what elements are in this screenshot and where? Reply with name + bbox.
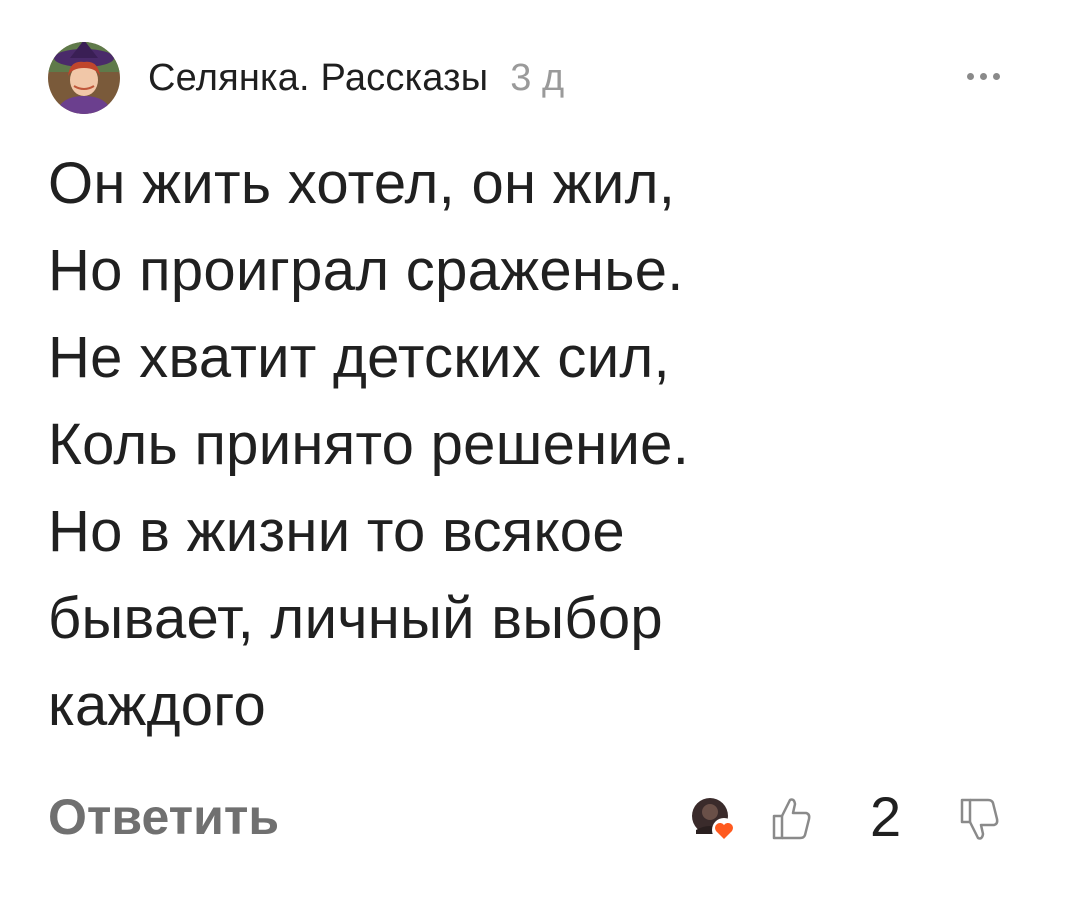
comment-header: Селянка. Рассказы 3 д [48, 40, 564, 116]
thumbs-up-icon[interactable] [768, 792, 814, 844]
comment-line: бывает, личный выбор [48, 586, 663, 651]
likes-count: 2 [870, 785, 902, 848]
more-dots-icon[interactable] [958, 56, 1008, 96]
reaction-avatar-heart-icon[interactable] [688, 794, 748, 846]
comment-footer: Ответить 2 [48, 780, 1032, 864]
dot [966, 72, 974, 80]
comment-line: Коль принято решение. [48, 412, 690, 477]
dot [979, 72, 987, 80]
thumbs-down-icon[interactable] [956, 794, 1002, 846]
comment-line: Не хватит детских сил, [48, 325, 670, 390]
author-name[interactable]: Селянка. Рассказы [148, 57, 488, 100]
reply-button[interactable]: Ответить [48, 788, 279, 846]
comment-card: Селянка. Рассказы 3 д Он жить хотел, он … [0, 0, 1080, 917]
comment-text: Он жить хотел, он жил, Но проиграл сраже… [48, 140, 1028, 749]
comment-line: каждого [48, 673, 267, 738]
comment-line: Но проиграл сраженье. [48, 238, 684, 303]
comment-time: 3 д [510, 56, 565, 99]
comment-line: Но в жизни то всякое [48, 499, 625, 564]
user-avatar-icon[interactable] [48, 42, 120, 114]
dot [992, 72, 1000, 80]
comment-line: Он жить хотел, он жил, [48, 151, 676, 216]
